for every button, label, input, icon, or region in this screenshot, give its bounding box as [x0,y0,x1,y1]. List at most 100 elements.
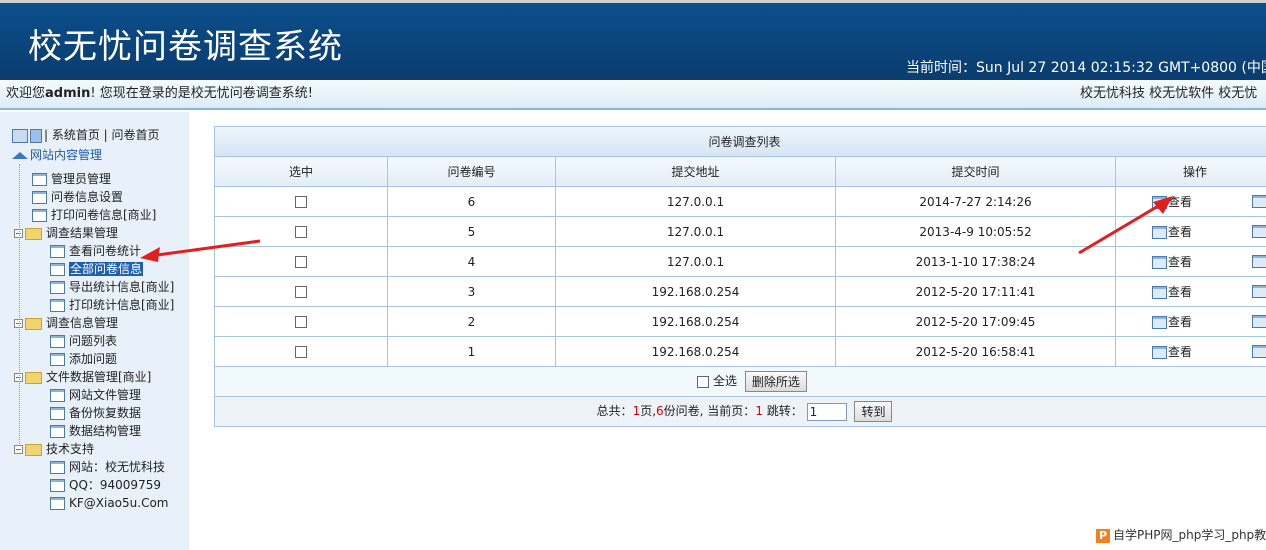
nav-subitem[interactable]: 备份恢复数据 [50,404,141,422]
row-checkbox[interactable] [295,256,307,268]
nav-subitem[interactable]: 网站文件管理 [50,386,141,404]
nav-sublabel[interactable]: 网站文件管理 [69,388,141,402]
delete-selected-button[interactable]: 删除所选 [744,371,807,392]
nav-label[interactable]: 调查信息管理 [46,316,118,330]
folder-icon [25,317,42,330]
view-link[interactable]: 查看 [1152,285,1192,299]
nav-group[interactable]: − 调查信息管理 [14,314,118,332]
cell-id: 1 [387,336,556,367]
annotation-arrow-left [140,239,261,262]
edit-icon[interactable] [1252,345,1266,358]
nav-item[interactable]: 打印问卷信息[商业] [32,206,156,224]
nav-subitem[interactable]: 问题列表 [50,332,117,350]
document-icon [50,497,65,510]
view-link[interactable]: 查看 [1152,315,1192,329]
document-icon [50,461,65,474]
edit-icon[interactable] [1252,315,1266,328]
table-header-row: 选中 问卷编号 提交地址 提交时间 操作 [214,156,1266,187]
cell-ip: 192.168.0.254 [555,306,836,337]
cell-id: 4 [387,246,556,277]
nav-group[interactable]: − 调查结果管理 [14,224,118,242]
nav-label[interactable]: 调查结果管理 [46,226,118,240]
welcome-links[interactable]: 校无忧科技 校无忧软件 校无忧 [1080,80,1257,108]
nav-item[interactable]: 管理员管理 [32,170,111,188]
pager-pages-unit: 页, [640,404,657,418]
row-checkbox[interactable] [295,346,307,358]
app-title: 校无忧问卷调查系统 [28,27,343,67]
edit-icon[interactable] [1252,195,1266,208]
nav-label[interactable]: 管理员管理 [51,172,111,186]
nav-subitem[interactable]: 数据结构管理 [50,422,141,440]
document-icon [50,335,65,348]
cell-ip: 192.168.0.254 [555,336,836,367]
view-link[interactable]: 查看 [1152,345,1192,359]
nav-label[interactable]: 文件数据管理[商业] [46,370,151,384]
nav-group[interactable]: − 文件数据管理[商业] [14,368,151,386]
nav-sublabel[interactable]: KF@Xiao5u.Com [69,496,169,510]
main-content: 问卷调查列表 选中 问卷编号 提交地址 提交时间 操作 6 127.0.0.1 20… [213,126,1266,427]
nav-subitem[interactable]: 添加问题 [50,350,117,368]
select-all-checkbox[interactable] [697,375,710,388]
row-checkbox[interactable] [295,316,307,328]
survey-table: 问卷调查列表 选中 问卷编号 提交地址 提交时间 操作 6 127.0.0.1 20… [213,126,1266,427]
cell-id: 5 [387,216,556,247]
pager-current-label: 份问卷, 当前页： [663,404,756,418]
watermark-text: 自学PHP网_php学习_php教 [1113,528,1266,542]
nav-sublabel[interactable]: 打印统计信息[商业] [69,298,174,312]
nav-subitem[interactable]: 导出统计信息[商业] [50,278,174,296]
nav-sublabel[interactable]: 添加问题 [69,352,117,366]
nav-subitem[interactable]: 网站：校无忧科技 [50,458,165,476]
welcome-bar: 欢迎您admin! 您现在登录的是校无忧问卷调查系统! 校无忧科技 校无忧软件 … [0,80,1266,110]
nav-label[interactable]: 技术支持 [46,442,94,456]
document-icon [50,281,65,294]
cell-ip: 192.168.0.254 [555,276,836,307]
view-label[interactable]: 查看 [1168,315,1192,329]
nav-subitem[interactable]: QQ：94009759 [50,476,161,494]
nav-group[interactable]: − 技术支持 [14,440,94,458]
view-label[interactable]: 查看 [1168,345,1192,359]
cell-ip: 127.0.0.1 [555,246,836,277]
row-checkbox[interactable] [295,196,307,208]
document-icon [50,425,65,438]
nav-sublabel[interactable]: 网站：校无忧科技 [69,460,165,474]
nav-sublabel[interactable]: QQ：94009759 [69,478,161,492]
nav-sublabel[interactable]: 备份恢复数据 [69,406,141,420]
nav-label[interactable]: 问卷信息设置 [51,190,123,204]
collapse-icon[interactable]: − [14,445,23,454]
add-icon [30,128,42,143]
tree-root-label[interactable]: 网站内容管理 [30,148,102,162]
table-row: 2 192.168.0.254 2012-5-20 17:09:45 查看 [214,306,1266,337]
cell-id: 6 [387,186,556,217]
col-header-id: 问卷编号 [387,156,556,187]
tree-root[interactable]: 网站内容管理 [12,146,102,163]
sidebar-top-links[interactable]: | 系统首页 | 问卷首页 [12,126,160,143]
cell-time: 2012-5-20 16:58:41 [835,336,1116,367]
col-header-time: 提交时间 [835,156,1116,187]
arrow-shaft [149,239,261,258]
welcome-message: 欢迎您admin! 您现在登录的是校无忧问卷调查系统! [6,80,313,108]
view-label[interactable]: 查看 [1168,285,1192,299]
arrow-head [140,247,160,262]
nav-sublabel[interactable]: 问题列表 [69,334,117,348]
nav-label[interactable]: 打印问卷信息[商业] [51,208,156,222]
go-button[interactable]: 转到 [854,401,893,422]
document-icon [50,299,65,312]
document-icon [32,209,47,222]
nav-subitem[interactable]: KF@Xiao5u.Com [50,494,169,512]
nav-subitem[interactable]: 打印统计信息[商业] [50,296,174,314]
edit-icon[interactable] [1252,285,1266,298]
edit-icon[interactable] [1252,225,1266,238]
edit-icon[interactable] [1252,255,1266,268]
document-icon [50,479,65,492]
row-checkbox[interactable] [295,286,307,298]
sidebar-home-links[interactable]: | 系统首页 | 问卷首页 [44,128,160,142]
jump-page-input[interactable]: 1 [806,402,847,421]
home-icon [12,152,28,159]
pager-row: 总共：1页,6份问卷, 当前页：1 跳转： 1 转到 [213,396,1266,427]
document-icon [32,191,47,204]
tree-guide-line [19,164,20,446]
row-checkbox[interactable] [295,226,307,238]
nav-sublabel[interactable]: 导出统计信息[商业] [69,280,174,294]
nav-sublabel[interactable]: 数据结构管理 [69,424,141,438]
nav-item[interactable]: 问卷信息设置 [32,188,123,206]
